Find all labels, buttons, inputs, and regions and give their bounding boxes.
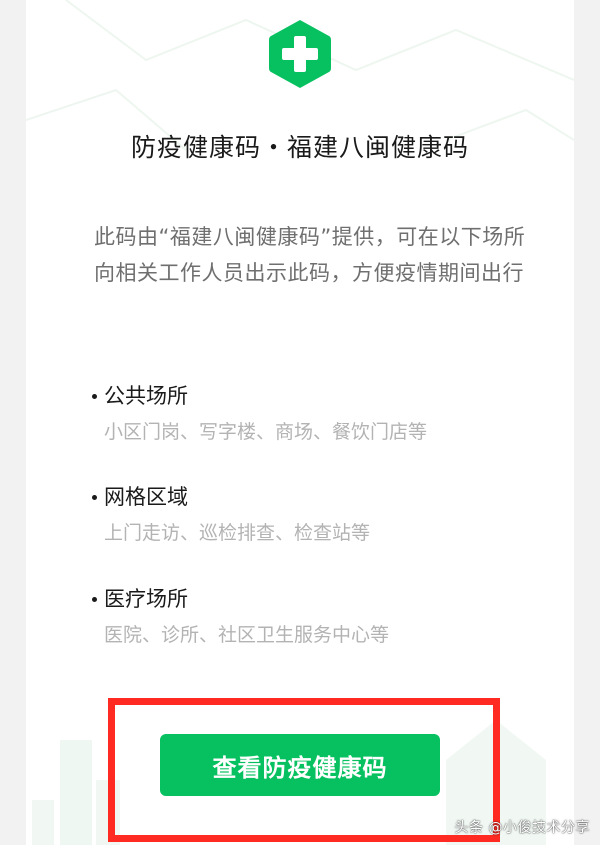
section-grid-areas: 网格区域 上门走访、巡检排查、检查站等 <box>92 482 532 547</box>
section-medical-places: 医疗场所 医院、诊所、社区卫生服务中心等 <box>92 584 532 649</box>
view-health-code-button[interactable]: 查看防疫健康码 <box>160 734 440 796</box>
page-title: 防疫健康码・福建八闽健康码 <box>130 133 469 162</box>
description-text: 此码由“福建八闽健康码”提供，可在以下场所向相关工作人员出示此码，方便疫情期间出… <box>94 225 526 285</box>
section-title: 网格区域 <box>104 485 188 509</box>
section-examples: 医院、诊所、社区卫生服务中心等 <box>104 624 390 646</box>
section-public-places: 公共场所 小区门岗、写字楼、商场、餐饮门店等 <box>92 381 532 446</box>
section-title: 医疗场所 <box>104 587 188 611</box>
bullet-dot <box>92 393 97 399</box>
green-hexagon-plus-icon <box>269 20 331 88</box>
bullet-dot <box>92 494 97 500</box>
section-examples: 小区门岗、写字楼、商场、餐饮门店等 <box>104 421 428 443</box>
health-code-card: 防疫健康码・福建八闽健康码 此码由“福建八闽健康码”提供，可在以下场所向相关工作… <box>26 0 574 845</box>
section-examples: 上门走访、巡检排查、检查站等 <box>104 522 371 544</box>
bullet-dot <box>92 596 97 602</box>
section-title: 公共场所 <box>104 384 188 408</box>
watermark-text: 头条 @小俊技术分享 <box>454 820 590 836</box>
